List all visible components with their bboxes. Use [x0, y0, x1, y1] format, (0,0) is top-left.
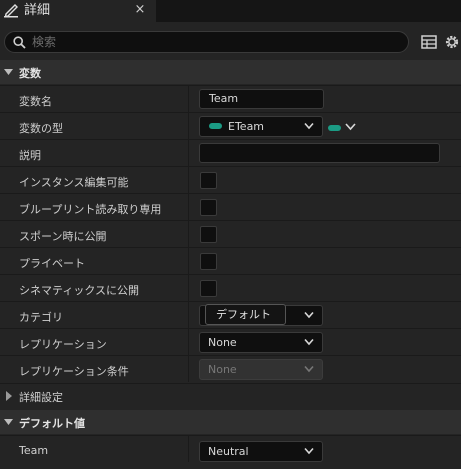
- replication-dropdown[interactable]: None: [199, 332, 323, 353]
- property-label: カテゴリ: [19, 311, 63, 324]
- chevron-right-icon: [6, 391, 12, 401]
- container-type-dropdown[interactable]: [327, 120, 361, 134]
- property-label: スポーン時に公開: [19, 230, 107, 243]
- variable-type-value: ETeam: [228, 120, 265, 133]
- row-replication: レプリケーション None: [0, 328, 461, 355]
- container-pin-icon: [328, 125, 341, 131]
- table-view-icon[interactable]: [420, 33, 438, 51]
- row-variable-name: 変数名 Team: [0, 85, 461, 112]
- description-field[interactable]: [199, 143, 440, 163]
- chevron-down-icon: [304, 311, 314, 319]
- divider: [188, 356, 189, 382]
- search-input[interactable]: [32, 33, 392, 51]
- search-row: [0, 22, 461, 60]
- team-dropdown[interactable]: Neutral: [199, 441, 323, 462]
- divider: [188, 436, 189, 462]
- replication-value: None: [208, 336, 237, 349]
- divider: [188, 248, 189, 274]
- divider: [188, 194, 189, 220]
- variable-type-dropdown[interactable]: ETeam: [199, 116, 323, 137]
- close-icon[interactable]: ×: [133, 2, 147, 18]
- category-tooltip: デフォルト: [205, 304, 286, 325]
- variable-name-field[interactable]: Team: [199, 89, 324, 109]
- divider: [188, 86, 189, 112]
- property-label: ブループリント読み取り専用: [19, 203, 162, 216]
- row-private: プライベート: [0, 247, 461, 274]
- search-box[interactable]: [4, 31, 409, 53]
- divider: [188, 221, 189, 247]
- section-advanced[interactable]: 詳細設定: [0, 383, 461, 407]
- blueprint-readonly-checkbox[interactable]: [200, 199, 217, 216]
- expose-on-spawn-checkbox[interactable]: [200, 226, 217, 243]
- section-variable[interactable]: 変数: [0, 60, 461, 84]
- chevron-down-icon: [345, 123, 356, 131]
- gear-icon[interactable]: [443, 33, 461, 51]
- chevron-down-icon: [304, 338, 314, 346]
- chevron-down-icon: [4, 419, 13, 425]
- divider: [188, 140, 189, 166]
- tab-title: 詳細: [24, 3, 51, 18]
- replication-condition-value: None: [208, 363, 237, 376]
- row-description: 説明: [0, 139, 461, 166]
- chevron-down-icon: [304, 447, 314, 455]
- property-label: プライベート: [19, 257, 85, 270]
- row-team: Team Neutral: [0, 435, 461, 462]
- property-label: Team: [19, 444, 49, 457]
- instance-editable-checkbox[interactable]: [200, 172, 217, 189]
- property-label: シネマティックスに公開: [19, 284, 140, 297]
- property-label: レプリケーション条件: [19, 365, 129, 378]
- replication-condition-dropdown: None: [199, 359, 323, 380]
- row-variable-type: 変数の型 ETeam: [0, 112, 461, 139]
- type-pin-icon: [209, 123, 222, 129]
- team-value: Neutral: [208, 445, 249, 458]
- expose-to-cinematics-checkbox[interactable]: [200, 280, 217, 297]
- divider: [188, 329, 189, 355]
- search-icon: [13, 36, 26, 49]
- row-blueprint-readonly: ブループリント読み取り専用: [0, 193, 461, 220]
- row-expose-to-cinematics: シネマティックスに公開: [0, 274, 461, 301]
- section-default-value[interactable]: デフォルト値: [0, 410, 461, 434]
- tab-details[interactable]: 詳細 ×: [0, 0, 156, 22]
- row-instance-editable: インスタンス編集可能: [0, 166, 461, 193]
- section-label: 詳細設定: [19, 391, 63, 404]
- chevron-down-icon: [4, 69, 13, 75]
- private-checkbox[interactable]: [200, 253, 217, 270]
- row-expose-on-spawn: スポーン時に公開: [0, 220, 461, 247]
- divider: [188, 167, 189, 193]
- section-label: 変数: [19, 67, 41, 80]
- property-label: 変数の型: [19, 122, 63, 135]
- divider: [188, 275, 189, 301]
- property-label: レプリケーション: [19, 338, 107, 351]
- section-label: デフォルト値: [19, 417, 85, 430]
- property-label: インスタンス編集可能: [19, 176, 129, 189]
- chevron-down-icon: [304, 122, 314, 130]
- chevron-down-icon: [304, 365, 314, 373]
- pencil-icon: [4, 4, 18, 18]
- divider: [188, 113, 189, 139]
- divider: [188, 302, 189, 328]
- property-label: 説明: [19, 149, 41, 162]
- row-replication-condition: レプリケーション条件 None: [0, 355, 461, 382]
- tab-bar: 詳細 ×: [0, 0, 461, 22]
- property-label: 変数名: [19, 95, 52, 108]
